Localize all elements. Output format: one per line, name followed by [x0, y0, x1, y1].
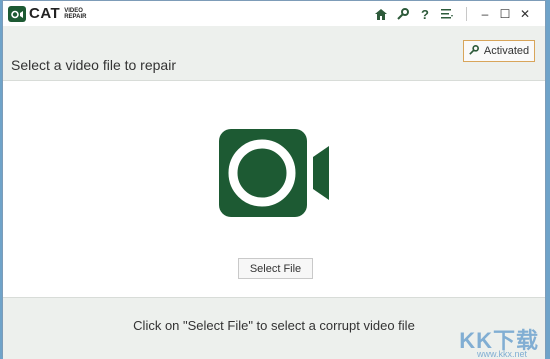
maximize-button[interactable]: ☐ — [495, 4, 515, 24]
logo-subtext: VIDEO REPAIR — [64, 8, 86, 20]
camera-logo-icon — [8, 6, 26, 22]
activated-button[interactable]: Activated — [463, 40, 535, 62]
close-button[interactable]: ✕ — [515, 4, 535, 24]
app-logo: CAT VIDEO REPAIR — [8, 5, 86, 23]
minimize-button[interactable]: – — [475, 4, 495, 24]
help-icon[interactable]: ? — [414, 4, 436, 24]
titlebar-toolbar: ? – ☐ ✕ — [370, 4, 535, 24]
home-icon[interactable] — [370, 4, 392, 24]
logo-sub-line2: REPAIR — [64, 14, 87, 20]
watermark-url: www.kkx.net — [476, 349, 527, 359]
video-camera-icon — [219, 129, 331, 222]
header-bar: Select a video file to repair Activated — [3, 26, 545, 81]
main-area: Select File — [3, 81, 545, 297]
key-icon[interactable] — [392, 4, 414, 24]
title-bar: CAT VIDEO REPAIR ? – ☐ ✕ — [3, 1, 545, 26]
footer-bar: Click on "Select File" to select a corru… — [3, 297, 545, 359]
select-file-button[interactable]: Select File — [238, 258, 313, 279]
page-title: Select a video file to repair — [11, 57, 176, 73]
key-icon — [469, 44, 479, 58]
activated-label: Activated — [483, 45, 530, 57]
menu-icon[interactable] — [436, 4, 458, 24]
toolbar-divider — [466, 7, 467, 21]
app-window: CAT VIDEO REPAIR ? – ☐ ✕ Select a video … — [2, 0, 546, 359]
logo-text: CAT — [29, 5, 61, 22]
